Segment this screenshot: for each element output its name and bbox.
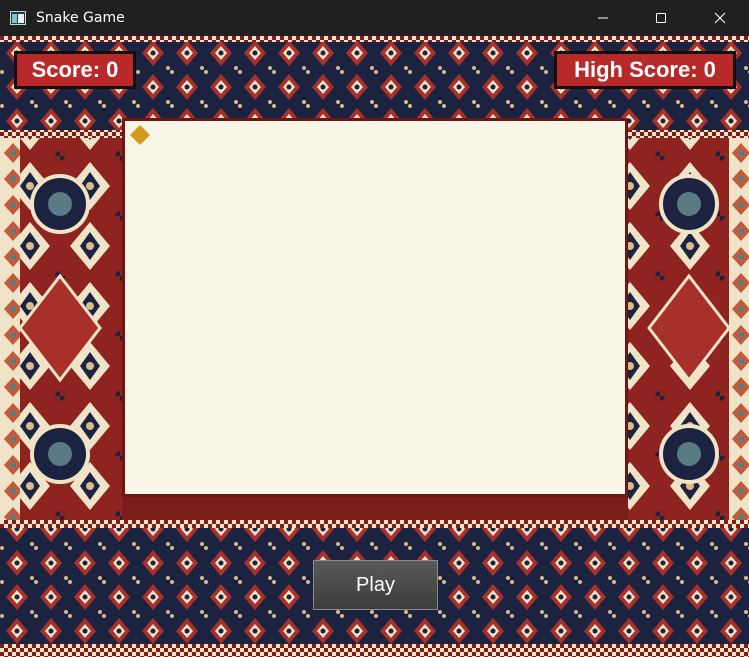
play-button[interactable]: Play: [313, 560, 438, 610]
diamond-food-icon: [130, 125, 150, 145]
game-board[interactable]: [122, 118, 628, 497]
minimize-button[interactable]: [580, 0, 626, 36]
snake-game-window: Snake Game Score: 0 High Score: 0 Play: [0, 0, 749, 657]
game-client-area: Score: 0 High Score: 0 Play: [0, 36, 749, 657]
high-score-label: High Score: 0: [554, 51, 736, 89]
app-window-icon: [10, 10, 26, 25]
score-label: Score: 0: [14, 51, 136, 89]
title-bar[interactable]: Snake Game: [0, 0, 749, 36]
close-button[interactable]: [697, 0, 743, 36]
maximize-icon: [655, 12, 667, 24]
maximize-button[interactable]: [638, 0, 684, 36]
close-icon: [714, 12, 726, 24]
minimize-icon: [597, 12, 609, 24]
window-title: Snake Game: [36, 10, 125, 26]
